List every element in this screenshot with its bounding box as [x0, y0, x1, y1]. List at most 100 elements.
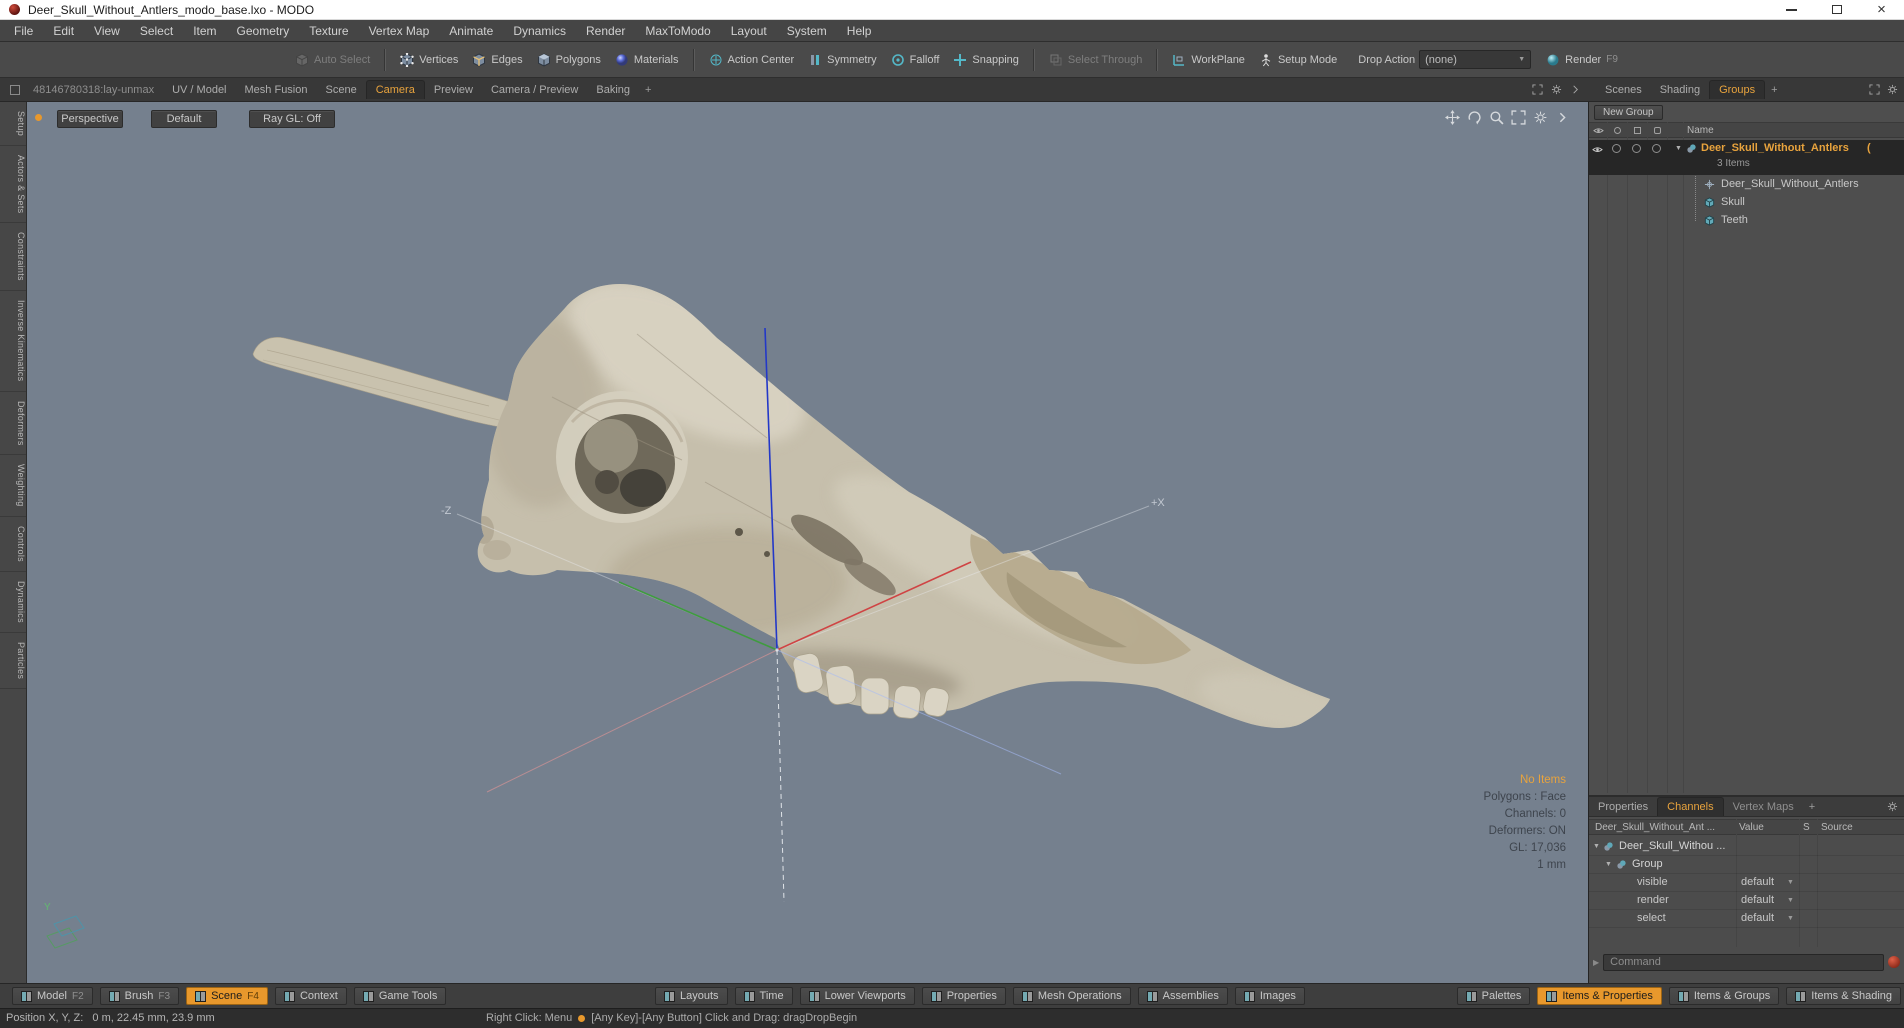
tree-item-skull[interactable]: Skull — [1589, 194, 1904, 211]
tab-vertex-maps[interactable]: Vertex Maps — [1724, 798, 1803, 816]
tab-preview[interactable]: Preview — [425, 81, 482, 99]
channel-row-render[interactable]: render default ▼ — [1589, 891, 1904, 910]
panel-expand-icon[interactable] — [1869, 84, 1880, 95]
minimize-button[interactable] — [1769, 0, 1814, 20]
menu-maxtomodo[interactable]: MaxToModo — [635, 21, 720, 41]
render-button[interactable]: Render F9 — [1539, 51, 1625, 69]
menu-render[interactable]: Render — [576, 21, 635, 41]
menu-file[interactable]: File — [4, 21, 43, 41]
layout-button-context[interactable]: Context — [274, 987, 347, 1005]
channel-group-row[interactable]: ▼ Group — [1589, 855, 1904, 874]
tab-groups-add-button[interactable]: + — [1765, 81, 1783, 99]
tab-baking[interactable]: Baking — [587, 81, 639, 99]
rail-tab-dynamics[interactable]: Dynamics — [0, 572, 26, 633]
orbit-icon[interactable] — [1467, 110, 1482, 125]
menu-layout[interactable]: Layout — [721, 21, 777, 41]
auto-select-button[interactable]: Auto Select — [288, 51, 377, 69]
panel-mode-items-groups[interactable]: Items & Groups — [1668, 987, 1780, 1005]
expander-icon[interactable]: ▼ — [1593, 838, 1600, 856]
panel-gear-icon[interactable] — [1887, 84, 1898, 95]
layout-button-brush[interactable]: Brush F3 — [99, 987, 180, 1005]
setup-mode-button[interactable]: Setup Mode — [1252, 51, 1344, 69]
tab-groups[interactable]: Groups — [1709, 80, 1766, 99]
expander-icon[interactable]: ▼ — [1675, 145, 1682, 152]
toggle-properties[interactable]: Properties — [921, 987, 1006, 1005]
falloff-button[interactable]: Falloff — [884, 51, 947, 69]
toggle-time[interactable]: Time — [734, 987, 793, 1005]
new-group-button[interactable]: New Group — [1594, 105, 1663, 120]
chevron-right-icon[interactable] — [1570, 84, 1581, 95]
menu-dynamics[interactable]: Dynamics — [503, 21, 576, 41]
symmetry-button[interactable]: Symmetry — [801, 51, 884, 69]
tab-session[interactable]: 48146780318:lay-unmax — [24, 81, 163, 99]
toggle-layouts[interactable]: Layouts — [655, 987, 728, 1005]
menu-vertex-map[interactable]: Vertex Map — [359, 21, 440, 41]
rail-tab-controls[interactable]: Controls — [0, 517, 26, 572]
tab-camera-preview[interactable]: Camera / Preview — [482, 81, 587, 99]
viewport-raygl-button[interactable]: Ray GL: Off — [249, 110, 335, 128]
edges-button[interactable]: Edges — [465, 51, 529, 69]
viewport-3d[interactable]: +X -Z Y Perspective Default Ray GL: Off — [27, 102, 1588, 983]
menu-select[interactable]: Select — [130, 21, 183, 41]
expand-icon[interactable] — [1532, 84, 1543, 95]
layout-window-icon[interactable] — [10, 84, 20, 95]
item-toggle-2[interactable] — [1632, 144, 1641, 153]
layout-button-game-tools[interactable]: Game Tools — [353, 987, 447, 1005]
zoom-icon[interactable] — [1489, 110, 1504, 125]
menu-texture[interactable]: Texture — [299, 21, 358, 41]
tab-shading[interactable]: Shading — [1651, 81, 1709, 99]
rail-tab-weighting[interactable]: Weighting — [0, 455, 26, 517]
panel-mode-items-properties[interactable]: Items & Properties — [1537, 987, 1662, 1005]
tree-item-locator[interactable]: Deer_Skull_Without_Antlers — [1589, 176, 1904, 193]
rail-tab-particles[interactable]: Particles — [0, 633, 26, 690]
channels-gear-icon[interactable] — [1887, 801, 1898, 812]
rail-tab-deformers[interactable]: Deformers — [0, 392, 26, 456]
channel-row-select[interactable]: select default ▼ — [1589, 909, 1904, 928]
record-icon[interactable] — [1888, 956, 1900, 968]
select-through-button[interactable]: Select Through — [1042, 51, 1149, 69]
viewport-chevron-icon[interactable] — [1555, 110, 1570, 125]
item-toggle-3[interactable] — [1652, 144, 1661, 153]
tab-uv-model[interactable]: UV / Model — [163, 81, 235, 99]
workplane-button[interactable]: WorkPlane — [1165, 51, 1252, 69]
drop-action-select[interactable]: (none) ▼ — [1419, 50, 1532, 69]
polygons-button[interactable]: Polygons — [530, 51, 608, 69]
value-dropdown-icon[interactable]: ▼ — [1787, 910, 1794, 928]
toggle-assemblies[interactable]: Assemblies — [1137, 987, 1228, 1005]
snapping-button[interactable]: Snapping — [946, 51, 1026, 69]
tab-add-button[interactable]: + — [639, 81, 657, 99]
channel-group-row[interactable]: ▼ Deer_Skull_Withou ... — [1589, 837, 1904, 856]
tab-channels[interactable]: Channels — [1657, 797, 1724, 816]
menu-item[interactable]: Item — [183, 21, 226, 41]
command-input[interactable] — [1603, 953, 1884, 971]
menu-animate[interactable]: Animate — [439, 21, 503, 41]
viewport-gear-icon[interactable] — [1533, 110, 1548, 125]
tab-scene[interactable]: Scene — [317, 81, 366, 99]
menu-view[interactable]: View — [84, 21, 130, 41]
materials-button[interactable]: Materials — [608, 51, 686, 69]
maximize-viewport-icon[interactable] — [1511, 110, 1526, 125]
menu-edit[interactable]: Edit — [43, 21, 84, 41]
viewport-shading-button[interactable]: Default — [151, 110, 217, 128]
viewport-camera-button[interactable]: Perspective — [57, 110, 123, 128]
tab-mesh-fusion[interactable]: Mesh Fusion — [236, 81, 317, 99]
action-center-button[interactable]: Action Center — [702, 51, 802, 69]
viewport-menu-dot[interactable] — [35, 114, 42, 121]
menu-system[interactable]: System — [777, 21, 837, 41]
toggle-palettes[interactable]: Palettes — [1456, 987, 1531, 1005]
tree-item-teeth[interactable]: Teeth — [1589, 212, 1904, 229]
vertices-button[interactable]: Vertices — [393, 51, 465, 69]
toggle-lower-viewports[interactable]: Lower Viewports — [799, 987, 915, 1005]
item-eye-icon[interactable] — [1592, 144, 1603, 155]
value-dropdown-icon[interactable]: ▼ — [1787, 874, 1794, 892]
viewport-canvas[interactable]: +X -Z Y — [27, 102, 1588, 983]
menu-geometry[interactable]: Geometry — [227, 21, 300, 41]
group-row-selected[interactable]: ▼ Deer_Skull_Without_Antlers ( 3 Items — [1589, 140, 1904, 175]
layout-button-scene[interactable]: Scene F4 — [186, 987, 268, 1005]
menu-help[interactable]: Help — [837, 21, 882, 41]
tab-channels-add-button[interactable]: + — [1803, 798, 1821, 816]
rail-tab-actors-sets[interactable]: Actors & Sets — [0, 146, 26, 224]
tab-properties[interactable]: Properties — [1589, 798, 1657, 816]
gear-icon[interactable] — [1551, 84, 1562, 95]
rail-tab-setup[interactable]: Setup — [0, 102, 26, 147]
